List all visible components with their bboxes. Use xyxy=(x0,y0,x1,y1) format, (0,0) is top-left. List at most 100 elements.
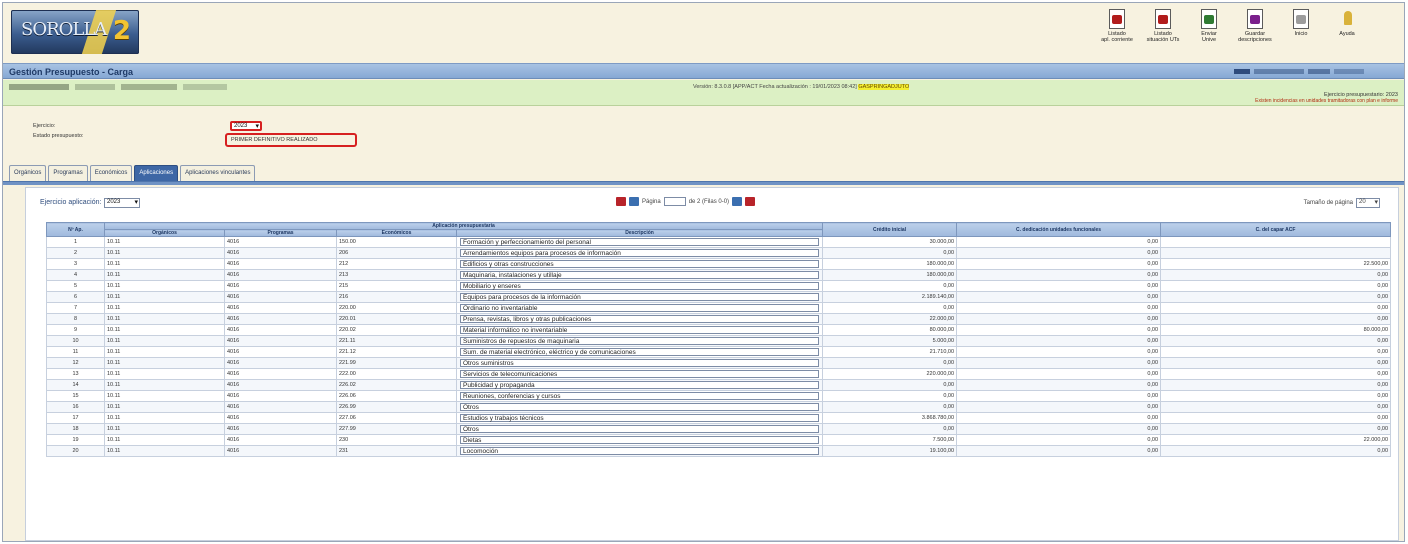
row-programa: 4016 xyxy=(224,346,337,358)
row-c-capar: 0,00 xyxy=(1160,368,1392,380)
table-row: 13 10.11 4016 222.00 Servicios de telecomuni… xyxy=(46,368,1392,380)
row-descripcion-cell: Dietas xyxy=(455,434,824,446)
tab-underline xyxy=(3,181,1404,185)
row-economico: 216 xyxy=(336,291,457,303)
row-c-dedicacion: 0,00 xyxy=(956,357,1162,369)
previous-page-icon[interactable] xyxy=(629,197,639,206)
descripcion-input[interactable]: Otros xyxy=(460,403,820,411)
row-number: 17 xyxy=(46,412,105,424)
version-text: Versión: 8.3.0.8 [APP/ACT Fecha actualiz… xyxy=(693,84,859,90)
ejercicio-aplicacion-select[interactable]: 2023 xyxy=(104,198,140,208)
info-bar: Versión: 8.3.0.8 [APP/ACT Fecha actualiz… xyxy=(3,80,1404,106)
descripcion-input[interactable]: Locomoción xyxy=(460,447,820,455)
table-row: 5 10.11 4016 215 Mobiliario y enseres 0,00 0,0… xyxy=(46,280,1392,292)
tab-organicos[interactable]: Orgánicos xyxy=(9,165,47,181)
page-size-label: Tamaño de página xyxy=(1303,200,1353,206)
row-credito-inicial: 0,00 xyxy=(822,379,958,391)
header: SOROLLA 2 Listado apl. corriente Listado… xyxy=(3,3,1404,61)
descripcion-input[interactable]: Suministros de repuestos de maquinaria xyxy=(460,337,820,345)
table-row: 2 10.11 4016 206 Arrendamientos equipos para… xyxy=(46,247,1392,259)
descripcion-input[interactable]: Formación y perfeccionamiento del person… xyxy=(460,238,820,246)
row-economico: 226.06 xyxy=(336,390,457,402)
descripcion-input[interactable]: Prensa, revistas, libros y otras publica… xyxy=(460,315,820,323)
row-programa: 4016 xyxy=(224,357,337,369)
pdf-icon xyxy=(1155,9,1171,29)
row-economico: 227.06 xyxy=(336,412,457,424)
tab-aplicaciones-vinculantes[interactable]: Aplicaciones vinculantes xyxy=(180,165,256,181)
tab-economicos[interactable]: Económicos xyxy=(89,165,133,181)
descripcion-input[interactable]: Publicidad y propaganda xyxy=(460,381,820,389)
enviar-unive-button[interactable]: Enviar Unive xyxy=(1190,9,1228,43)
row-programa: 4016 xyxy=(224,379,337,391)
row-c-dedicacion: 0,00 xyxy=(956,247,1162,259)
row-organico: 10.11 xyxy=(104,379,225,391)
ejercicio-select[interactable]: 2023 xyxy=(230,121,262,131)
first-page-icon[interactable] xyxy=(616,197,626,206)
descripcion-input[interactable]: Dietas xyxy=(460,436,820,444)
row-organico: 10.11 xyxy=(104,302,225,314)
table-row: 9 10.11 4016 220.02 Material informático no … xyxy=(46,324,1392,336)
next-page-icon[interactable] xyxy=(732,197,743,206)
row-c-capar: 0,00 xyxy=(1160,280,1392,292)
descripcion-input[interactable]: Mobiliario y enseres xyxy=(460,282,820,290)
toolbar-label: Enviar Unive xyxy=(1201,31,1217,43)
row-credito-inicial: 80.000,00 xyxy=(822,324,958,336)
descripcion-input[interactable]: Sum. de material electrónico, eléctrico … xyxy=(460,348,820,356)
row-number: 9 xyxy=(46,324,105,336)
row-c-dedicacion: 0,00 xyxy=(956,269,1162,281)
page-number-input[interactable] xyxy=(663,197,686,206)
descripcion-input[interactable]: Equipos para procesos de la información xyxy=(460,293,820,301)
toolbar-label: Listado apl. corriente xyxy=(1101,31,1133,43)
descripcion-input[interactable]: Arrendamientos equipos para procesos de … xyxy=(460,249,820,257)
descripcion-input[interactable]: Reuniones, conferencias y cursos xyxy=(460,392,820,400)
row-c-dedicacion: 0,00 xyxy=(956,445,1162,457)
ayuda-button[interactable]: Ayuda xyxy=(1328,9,1366,43)
descripcion-input[interactable]: Otros suministros xyxy=(460,359,820,367)
row-credito-inicial: 30.000,00 xyxy=(822,236,958,248)
page-size-select[interactable]: 20 xyxy=(1356,198,1380,208)
tabs: Orgánicos Programas Económicos Aplicacio… xyxy=(9,165,256,181)
row-number: 2 xyxy=(46,247,105,259)
header-num-ap: Nº Ap. xyxy=(46,222,105,237)
descripcion-input[interactable]: Otros xyxy=(460,425,820,433)
row-number: 3 xyxy=(46,258,105,270)
descripcion-input[interactable]: Estudios y trabajos técnicos xyxy=(460,414,820,422)
row-c-dedicacion: 0,00 xyxy=(956,423,1162,435)
guardar-descripciones-button[interactable]: Guardar descripciones xyxy=(1236,9,1274,43)
row-c-capar: 80.000,00 xyxy=(1160,324,1392,336)
row-organico: 10.11 xyxy=(104,291,225,303)
inicio-button[interactable]: Inicio xyxy=(1282,9,1320,43)
header-organicos: Orgánicos xyxy=(104,229,225,237)
row-number: 15 xyxy=(46,390,105,402)
descripcion-input[interactable]: Edificios y otras construcciones xyxy=(460,260,820,268)
row-programa: 4016 xyxy=(224,291,337,303)
last-page-icon[interactable] xyxy=(745,197,756,206)
descripcion-input[interactable]: Servicios de telecomunicaciones xyxy=(460,370,820,378)
listado-apl-corriente-button[interactable]: Listado apl. corriente xyxy=(1098,9,1136,43)
tab-programas[interactable]: Programas xyxy=(48,165,88,181)
row-programa: 4016 xyxy=(224,335,337,347)
row-programa: 4016 xyxy=(224,280,337,292)
row-c-dedicacion: 0,00 xyxy=(956,346,1162,358)
row-number: 7 xyxy=(46,302,105,314)
row-c-capar: 0,00 xyxy=(1160,379,1392,391)
row-economico: 222.00 xyxy=(336,368,457,380)
descripcion-input[interactable]: Maquinaria, instalaciones y utillaje xyxy=(460,271,820,279)
descripcion-input[interactable]: Ordinario no inventariable xyxy=(460,304,820,312)
row-descripcion-cell: Prensa, revistas, libros y otras publica… xyxy=(455,313,824,325)
home-icon xyxy=(1293,9,1309,29)
table-row: 1 10.11 4016 150.00 Formación y perfeccionam… xyxy=(46,236,1392,248)
listado-situacion-uts-button[interactable]: Listado situación UTs xyxy=(1144,9,1182,43)
row-c-capar: 0,00 xyxy=(1160,390,1392,402)
tab-aplicaciones[interactable]: Aplicaciones xyxy=(134,165,179,181)
table-row: 12 10.11 4016 221.99 Otros suministros 0,00 0,… xyxy=(46,357,1392,369)
row-number: 10 xyxy=(46,335,105,347)
row-economico: 231 xyxy=(336,445,457,457)
row-c-capar: 0,00 xyxy=(1160,412,1392,424)
row-programa: 4016 xyxy=(224,324,337,336)
descripcion-input[interactable]: Material informático no inventariable xyxy=(460,326,820,334)
header-economicos: Económicos xyxy=(336,229,457,237)
row-organico: 10.11 xyxy=(104,258,225,270)
row-c-capar: 22.000,00 xyxy=(1160,434,1392,446)
row-number: 11 xyxy=(46,346,105,358)
